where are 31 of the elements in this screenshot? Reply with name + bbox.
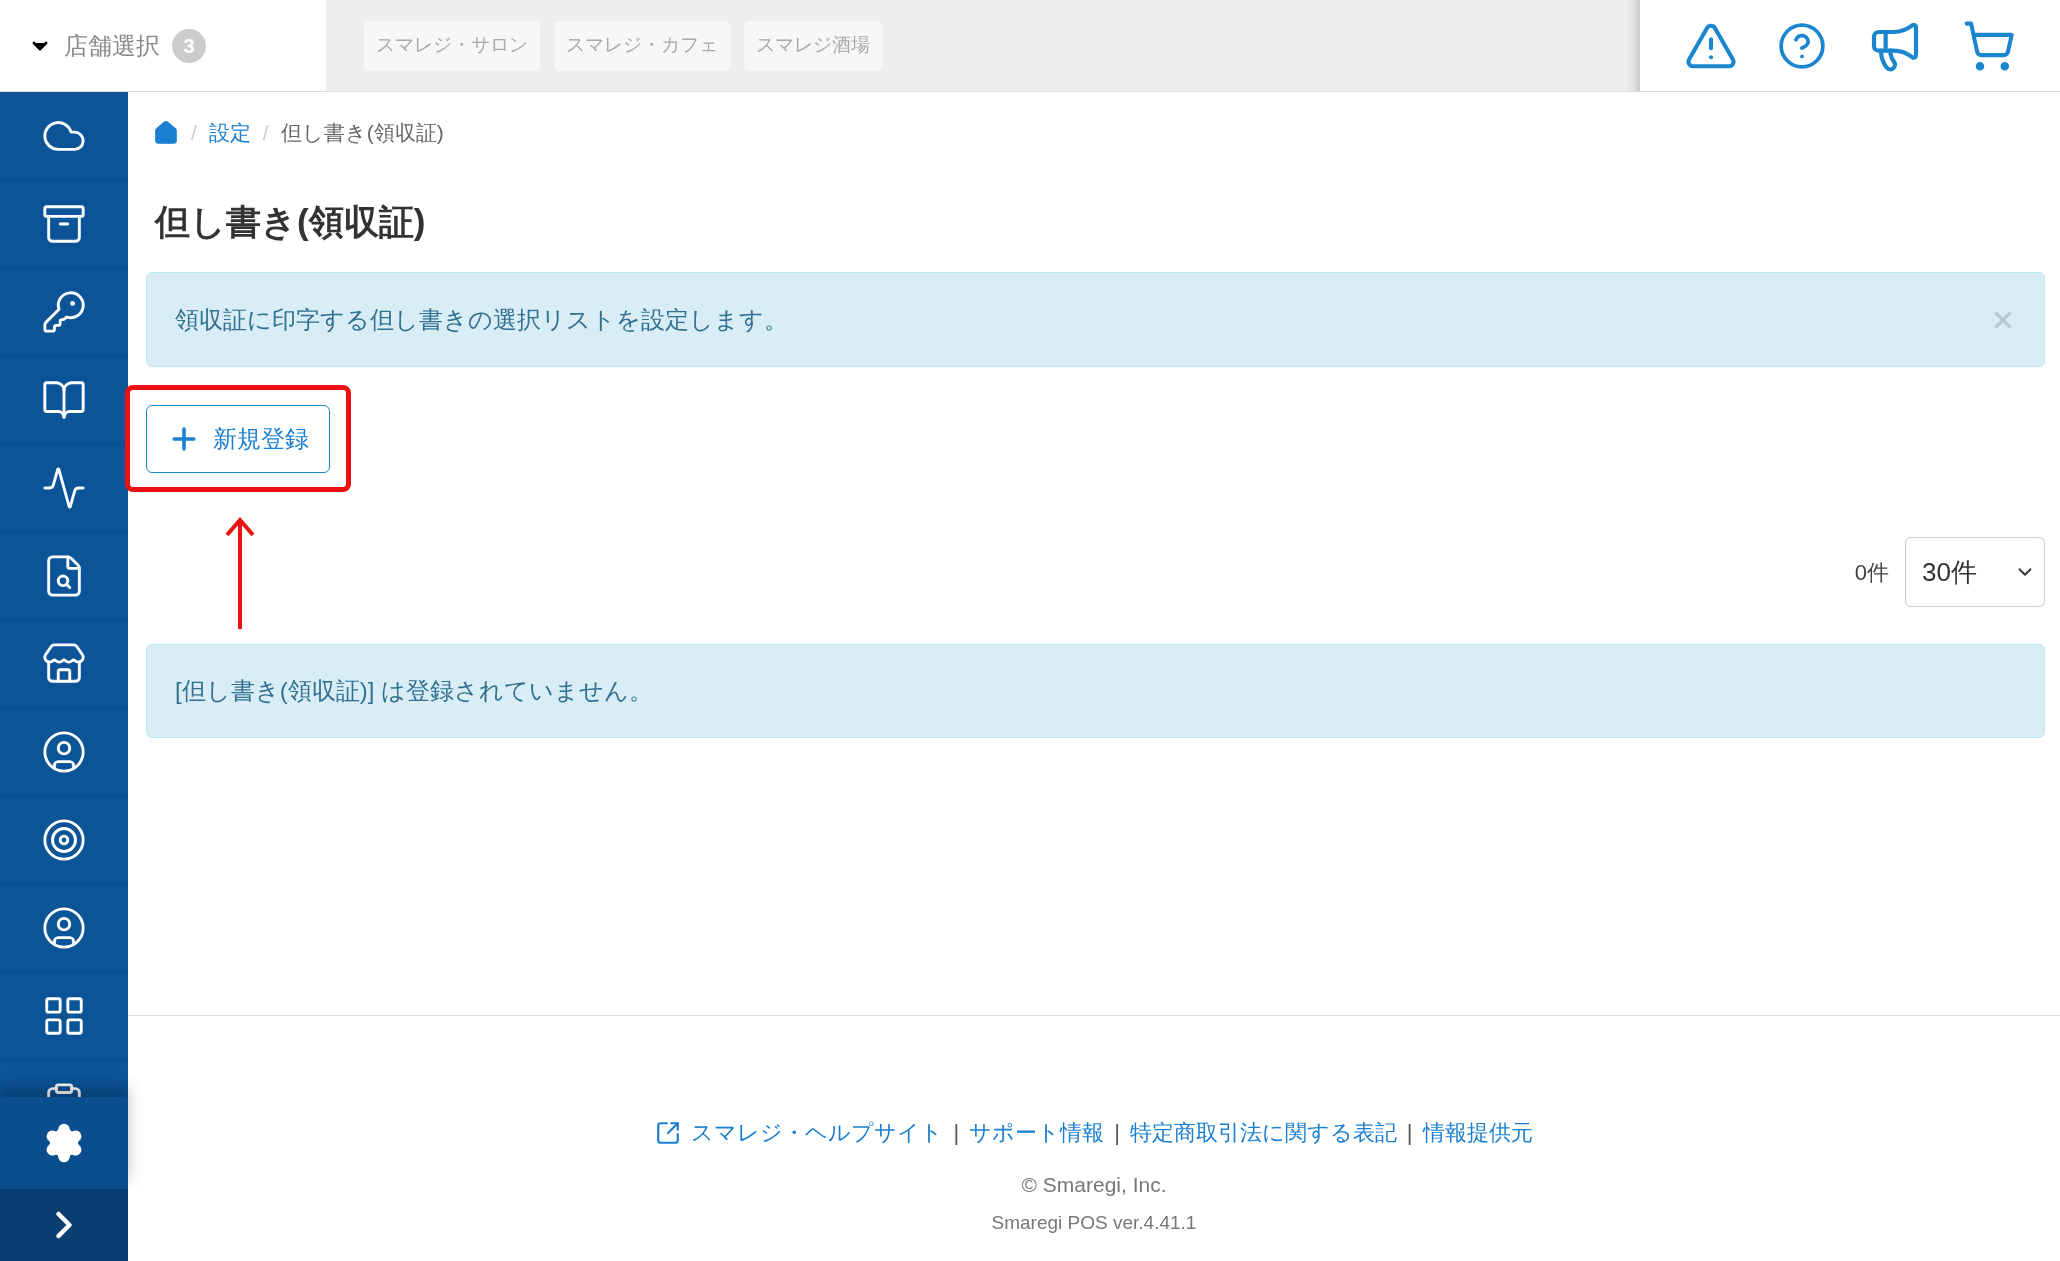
footer-link[interactable]: 情報提供元 — [1422, 1116, 1533, 1149]
line-chart-icon[interactable] — [41, 464, 87, 511]
footer-link[interactable]: 特定商取引法に関する表記 — [1129, 1116, 1397, 1149]
help-icon[interactable] — [1777, 20, 1828, 71]
key-icon[interactable] — [41, 288, 87, 335]
page-size-select[interactable]: 30件 — [1905, 537, 2045, 607]
version-text: Smaregi POS ver.4.41.1 — [991, 1210, 1197, 1235]
external-link-icon — [655, 1119, 682, 1146]
footer-link[interactable]: スマレジ・ヘルプサイト — [691, 1116, 944, 1149]
home-icon[interactable] — [153, 120, 179, 146]
store-tab[interactable]: スマレジ酒場 — [744, 20, 882, 71]
store-tab[interactable]: スマレジ・サロン — [364, 20, 540, 71]
empty-alert-text: [但し書き(領収証)] は登録されていません。 — [175, 676, 653, 706]
page-title: 但し書き(領収証) — [155, 201, 427, 243]
user-icon[interactable] — [41, 904, 87, 951]
breadcrumb-link[interactable]: 設定 — [208, 117, 251, 149]
link-separator: | — [1406, 1119, 1413, 1147]
breadcrumb-separator: / — [191, 120, 197, 147]
breadcrumb-separator: / — [262, 120, 269, 147]
footer-link[interactable]: サポート情報 — [969, 1116, 1105, 1149]
new-register-button[interactable]: 新規登録 — [146, 405, 330, 473]
copyright-text: © Smaregi, Inc. — [1021, 1172, 1167, 1198]
info-alert-text: 領収証に印字する但し書きの選択リストを設定します。 — [175, 304, 788, 335]
link-separator: | — [953, 1119, 960, 1147]
breadcrumb-current: 但し書き(領収証) — [280, 120, 444, 147]
total-count: 0件 — [1854, 558, 1889, 587]
target-icon[interactable] — [41, 816, 87, 863]
staff-icon[interactable] — [41, 728, 87, 775]
store-selector-label: 店舗選択 — [64, 30, 160, 61]
link-separator: | — [1114, 1119, 1120, 1147]
store-tab[interactable]: スマレジ・カフェ — [554, 20, 730, 71]
